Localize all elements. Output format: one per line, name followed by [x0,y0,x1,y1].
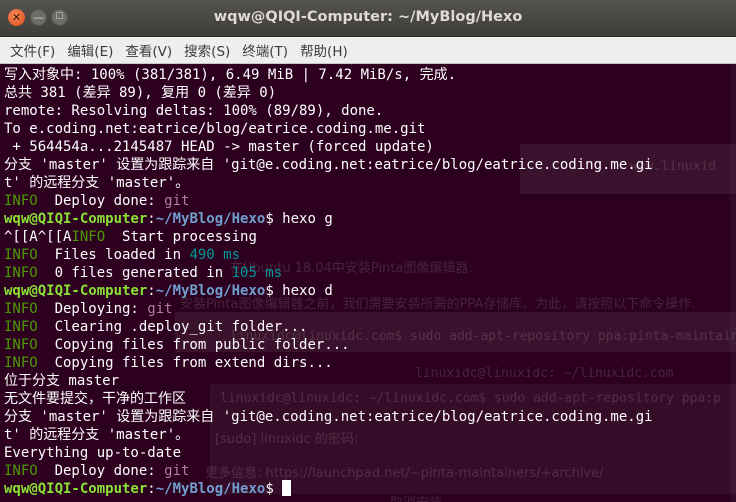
info-tag: INFO [4,247,38,263]
info-text: Deploying: [37,301,148,317]
menu-edit[interactable]: 编辑(E) [61,40,119,60]
prompt-path: ~/MyBlog/Hexo [155,481,266,497]
output-line: + 564454a...2145487 HEAD -> master (forc… [4,139,434,155]
prompt-line: wqw@QIQI-Computer:~/MyBlog/Hexo$ hexo g [4,210,736,228]
output-line: INFO Files loaded in 490 ms [4,246,736,264]
prompt-user-host: wqw@QIQI-Computer [4,481,148,497]
info-tag: INFO [4,319,38,335]
command-text: hexo d [282,283,333,299]
info-value: git [164,193,190,209]
output-line: INFO Clearing .deploy_git folder... [4,318,736,336]
prompt-user-host: wqw@QIQI-Computer [4,283,148,299]
prompt-line: wqw@QIQI-Computer:~/MyBlog/Hexo$ hexo d [4,282,736,300]
output-line: INFO 0 files generated in 105 ms [4,264,736,282]
output-line: 无文件要提交，干净的工作区 [4,391,186,407]
info-tag: INFO [71,229,106,245]
terminal-output[interactable]: www.linuxid 在Ubuntu 18.04中安装Pinta图像编辑器: … [0,64,736,502]
prompt-path: ~/MyBlog/Hexo [155,283,266,299]
info-value: 105 ms [231,265,283,281]
info-text: Copying files from public folder... [37,337,350,353]
prompt-line: wqw@QIQI-Computer:~/MyBlog/Hexo$ [4,480,736,498]
output-line: 分支 'master' 设置为跟踪来自 'git@e.coding.net:ea… [4,409,653,425]
info-text: Start processing [105,229,257,245]
info-tag: INFO [4,265,38,281]
output-line: INFO Deploy done: git [4,462,736,480]
command-text: hexo g [282,211,333,227]
terminal-window: ✕ — ☐ wqw@QIQI-Computer: ~/MyBlog/Hexo 文… [0,0,736,502]
menu-help[interactable]: 帮助(H) [294,40,354,60]
output-line: To e.coding.net:eatrice/blog/eatrice.cod… [4,121,426,137]
output-line: 总共 381 (差异 89), 复用 0 (差异 0) [4,85,277,101]
info-text: Files loaded in [37,247,190,263]
menu-bar: 文件(F) 编辑(E) 查看(V) 搜索(S) 终端(T) 帮助(H) [0,37,736,64]
title-bar[interactable]: ✕ — ☐ wqw@QIQI-Computer: ~/MyBlog/Hexo [0,0,736,37]
output-line: 位于分支 master [4,373,120,389]
menu-terminal[interactable]: 终端(T) [236,40,294,60]
info-text: Clearing .deploy_git folder... [37,319,308,335]
info-text: Deploy done: [37,463,165,479]
prompt-dollar: $ [265,211,283,227]
prompt-colon: : [147,283,156,299]
output-line: INFO Copying files from extend dirs... [4,354,736,372]
output-line: remote: Resolving deltas: 100% (89/89), … [4,103,384,119]
info-tag: INFO [4,355,38,371]
menu-file[interactable]: 文件(F) [4,40,61,60]
output-line: INFO Copying files from public folder... [4,336,736,354]
info-tag: INFO [4,337,38,353]
scrollbar[interactable] [730,64,736,502]
text-cursor[interactable] [282,480,292,496]
menu-search[interactable]: 搜索(S) [178,40,236,60]
info-value: 490 ms [189,247,241,263]
output-line: INFO Deploying: git [4,300,736,318]
prompt-path: ~/MyBlog/Hexo [155,211,266,227]
prompt-colon: : [147,481,156,497]
info-tag: INFO [4,193,38,209]
output-line: INFO Deploy done: git [4,192,736,210]
output-line: 分支 'master' 设置为跟踪来自 'git@e.coding.net:ea… [4,157,653,173]
window-title: wqw@QIQI-Computer: ~/MyBlog/Hexo [213,9,523,25]
output-line: t' 的远程分支 'master'。 [4,175,190,191]
terminal-lines: 写入对象中: 100% (381/381), 6.49 MiB | 7.42 M… [4,66,736,498]
output-line: 写入对象中: 100% (381/381), 6.49 MiB | 7.42 M… [4,67,457,83]
prompt-dollar: $ [265,283,283,299]
output-line: Everything up-to-date [4,445,182,461]
info-text: 0 files generated in [37,265,232,281]
info-text: Copying files from extend dirs... [37,355,333,371]
menu-view[interactable]: 查看(V) [119,40,178,60]
info-text: Deploy done: [37,193,165,209]
prompt-dollar: $ [265,481,283,497]
output-line: t' 的远程分支 'master'。 [4,427,190,443]
info-tag: INFO [4,301,38,317]
info-tag: INFO [4,463,38,479]
prompt-colon: : [147,211,156,227]
info-value: git [147,301,173,317]
escape-seq: ^[[A^[[A [4,229,72,245]
output-line: ^[[A^[[AINFO Start processing [4,228,736,246]
prompt-user-host: wqw@QIQI-Computer [4,211,148,227]
info-value: git [164,463,190,479]
